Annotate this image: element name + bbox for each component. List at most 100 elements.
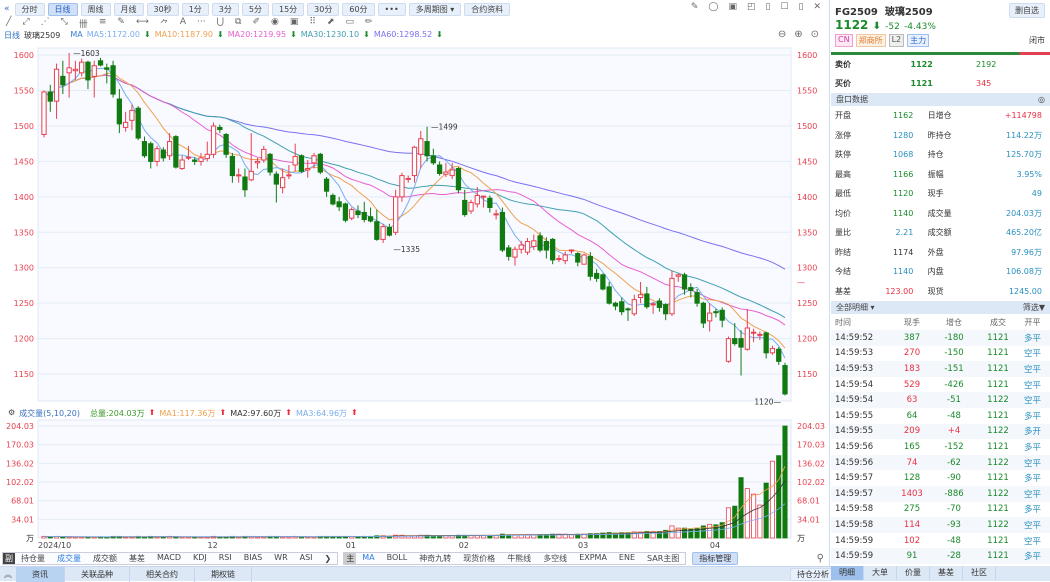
detail-tab[interactable]: 基差 bbox=[930, 566, 963, 580]
sub-indicator-tab[interactable]: 成交额 bbox=[87, 553, 123, 564]
period-tab[interactable]: 30秒 bbox=[146, 2, 179, 16]
indicator-manage-button[interactable]: 指标管理 bbox=[692, 551, 739, 565]
main-indicator-tab[interactable]: 多空线 bbox=[537, 553, 573, 564]
candle-up bbox=[769, 348, 776, 354]
window-tool-icon[interactable]: ✕ bbox=[813, 2, 821, 12]
window-tool-icon[interactable]: ◯ bbox=[708, 2, 718, 12]
zoom-out-icon[interactable]: ⊖ bbox=[778, 29, 786, 40]
drawing-tool-icon[interactable]: A bbox=[180, 17, 186, 30]
drawing-tool-icon[interactable]: ⧉ bbox=[235, 17, 241, 30]
location-pin-icon[interactable]: ⚲ bbox=[817, 553, 824, 564]
kline-chart[interactable]: 1600 1600 1550 1550 1500 1500 1450 1450 1400 1400… bbox=[0, 0, 830, 551]
sub-indicator-tab[interactable]: 基差 bbox=[123, 553, 151, 564]
period-tab[interactable]: 分时 bbox=[14, 2, 45, 16]
window-tool-icon[interactable]: ▣ bbox=[728, 2, 737, 12]
drawing-tool-icon[interactable]: ✏ bbox=[365, 17, 373, 30]
period-tab[interactable]: 5分 bbox=[241, 2, 269, 16]
drawing-tool-icon[interactable]: ▭ bbox=[346, 17, 355, 30]
main-indicator-tab[interactable]: BOLL bbox=[381, 553, 414, 564]
bottom-tab[interactable]: 期权链 bbox=[195, 566, 252, 582]
period-tab[interactable]: 15分 bbox=[271, 2, 305, 16]
tick-oi-change: -28 bbox=[947, 551, 961, 562]
stat-value: 1174 bbox=[892, 247, 914, 257]
drawing-tool-icon[interactable]: ⺈ bbox=[160, 17, 169, 30]
window-tool-icon[interactable]: ✎ bbox=[691, 2, 699, 12]
gear-icon[interactable]: ⚙ bbox=[8, 408, 15, 419]
drawing-tool-icon[interactable]: ✎ bbox=[117, 17, 125, 30]
bottom-tab[interactable]: 关联品种 bbox=[65, 566, 130, 582]
volume-bar bbox=[751, 493, 757, 539]
period-tab[interactable]: 60分 bbox=[342, 2, 375, 16]
period-tab[interactable]: 30分 bbox=[307, 2, 340, 16]
detail-tab[interactable]: 明细 bbox=[831, 566, 864, 580]
drawing-tool-icon[interactable]: ⤡ bbox=[61, 17, 68, 30]
drawing-tool-icon[interactable]: ⟷ bbox=[136, 17, 149, 30]
candle-down bbox=[135, 107, 141, 139]
drawing-tool-icon[interactable]: ▣ bbox=[290, 17, 299, 30]
price-change-pct: -4.43% bbox=[904, 22, 936, 32]
volume-tick-left: 34.01 bbox=[11, 515, 34, 524]
zoom-in-icon[interactable]: ⊕ bbox=[794, 29, 802, 40]
collapse-toolbar-icon[interactable]: « bbox=[4, 4, 10, 14]
settings-icon[interactable]: ◎ bbox=[1038, 93, 1045, 106]
bottom-tab[interactable]: 资讯 bbox=[16, 566, 65, 582]
drawing-tool-icon[interactable]: ⋰ bbox=[41, 17, 50, 30]
bottom-tab[interactable]: 相关合约 bbox=[130, 566, 195, 582]
period-tab[interactable]: 月线 bbox=[113, 2, 144, 16]
multi-period-dropdown[interactable]: 多周期图 ▾ bbox=[408, 2, 462, 16]
sub-indicator-tab[interactable]: BIAS bbox=[238, 553, 268, 564]
sub-indicator-tab[interactable]: WR bbox=[268, 553, 293, 564]
tick-filter-dropdown[interactable]: 全部明细 ▾ bbox=[836, 301, 875, 314]
main-indicator-tab[interactable]: EXPMA bbox=[573, 553, 613, 564]
main-indicator-tab[interactable]: 神奇九转 bbox=[413, 553, 457, 564]
detail-tab[interactable]: 社区 bbox=[963, 566, 996, 580]
main-indicator-tab[interactable]: ENE bbox=[613, 553, 641, 564]
window-tool-icon[interactable]: ▯ bbox=[765, 2, 770, 12]
sub-indicator-tab[interactable]: MACD bbox=[151, 553, 187, 564]
sub-indicator-tab[interactable]: KDJ bbox=[187, 553, 213, 564]
sub-indicator-tab[interactable]: ASI bbox=[294, 553, 319, 564]
contract-info-button[interactable]: 合约资料 bbox=[464, 2, 511, 16]
collapse-icon[interactable]: ︽ bbox=[0, 569, 16, 580]
main-indicator-tab[interactable]: MA bbox=[356, 553, 380, 564]
candle-up bbox=[79, 61, 85, 74]
drawing-tool-icon[interactable]: ⬈ bbox=[327, 17, 335, 30]
drawing-tool-icon[interactable]: ⠿ bbox=[309, 17, 316, 30]
price-tick-right: 1600 bbox=[797, 51, 817, 60]
drawing-tool-icon[interactable]: ··· bbox=[197, 17, 206, 30]
drawing-tool-icon[interactable]: ≡ bbox=[99, 17, 107, 30]
candle-down bbox=[644, 293, 650, 308]
period-tab[interactable]: ••• bbox=[377, 2, 406, 16]
main-indicator-tab[interactable]: SAR主图 bbox=[641, 553, 685, 564]
drawing-tool-icon[interactable]: ✐ bbox=[252, 17, 260, 30]
main-indicator-tab[interactable]: 牛熊线 bbox=[501, 553, 537, 564]
sub-indicator-tab[interactable]: 持仓量 bbox=[15, 553, 51, 564]
drawing-tool-icon[interactable]: ╱ bbox=[6, 17, 11, 30]
tag-l2[interactable]: L2 bbox=[888, 34, 905, 47]
candle-up bbox=[418, 138, 424, 155]
period-tab[interactable]: 日线 bbox=[47, 2, 78, 16]
detail-tab[interactable]: 大单 bbox=[864, 566, 897, 580]
more-indicators-button[interactable]: ❯ bbox=[319, 554, 338, 563]
tick-time: 14:59:58 bbox=[835, 504, 874, 515]
sub-indicator-tab[interactable]: 成交量 bbox=[51, 553, 87, 564]
sub-indicator-tab[interactable]: RSI bbox=[213, 553, 238, 564]
drawing-tool-icon[interactable]: 卌 bbox=[79, 17, 88, 30]
main-indicator-tab[interactable]: 现货价格 bbox=[457, 553, 501, 564]
reset-icon[interactable]: ⊙ bbox=[811, 29, 819, 40]
window-tool-icon[interactable]: ☐ bbox=[780, 2, 788, 12]
window-tool-icon[interactable]: ◰ bbox=[747, 2, 756, 12]
filter-button[interactable]: 筛选▼ bbox=[1023, 301, 1045, 314]
period-tab[interactable]: 周线 bbox=[80, 2, 111, 16]
remove-watchlist-button[interactable]: 删自选 bbox=[1009, 3, 1045, 18]
period-tab[interactable]: 1分 bbox=[181, 2, 209, 16]
window-tool-icon[interactable]: ▯ bbox=[799, 2, 804, 12]
drawing-tool-icon[interactable]: ⤢ bbox=[22, 17, 29, 30]
candle-down bbox=[462, 199, 468, 216]
drawing-tool-icon[interactable]: ◉ bbox=[271, 17, 279, 30]
position-analysis-button[interactable]: 持仓分析 bbox=[790, 568, 836, 581]
tick-row: 14:59:53 270 -150 1121 空平 bbox=[831, 345, 1050, 362]
period-tab[interactable]: 3分 bbox=[211, 2, 239, 16]
detail-tab[interactable]: 价量 bbox=[897, 566, 930, 580]
drawing-tool-icon[interactable]: ⋃ bbox=[217, 17, 224, 30]
